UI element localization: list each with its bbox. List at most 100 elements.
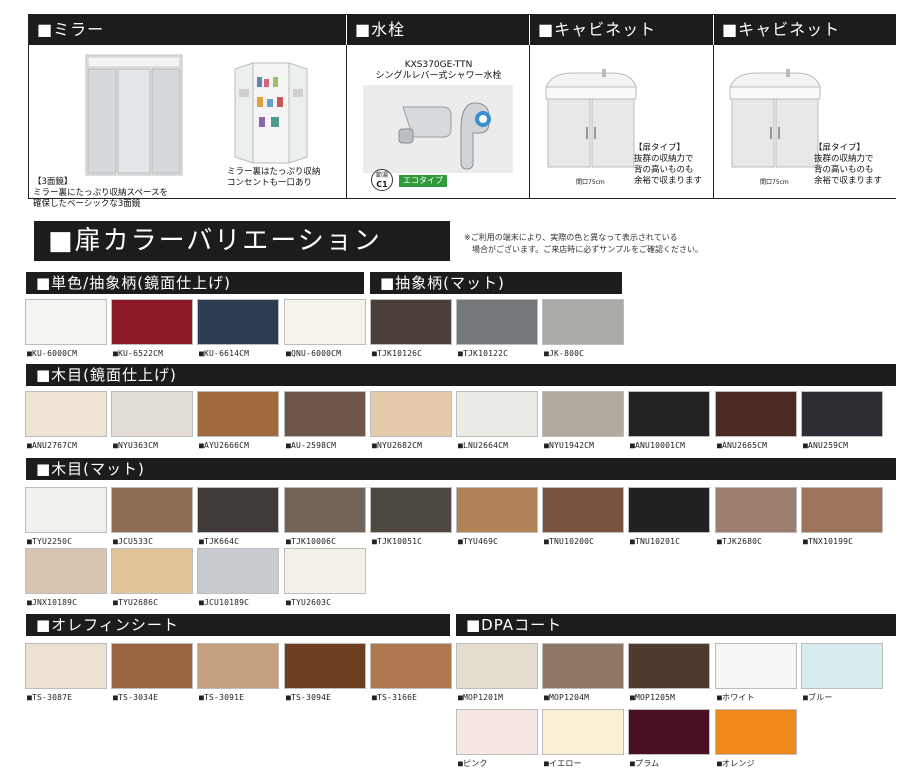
color-swatch — [284, 299, 366, 345]
mirror-header: ■ミラー — [29, 15, 346, 45]
color-swatch-label: ■TNU10201C — [630, 537, 681, 546]
color-swatch — [456, 643, 538, 689]
color-swatch — [111, 643, 193, 689]
faucet-header: ■水栓 — [347, 15, 529, 45]
color-swatch-label: ■TJK10126C — [372, 349, 423, 358]
color-swatch-label: ■LNU2664CM — [458, 441, 509, 450]
color-swatch-label: ■TJK10051C — [372, 537, 423, 546]
color-swatch — [801, 391, 883, 437]
cabinet-header-2: ■キャビネット — [714, 15, 896, 45]
color-swatch — [197, 299, 279, 345]
color-swatch-label: ■KU-6614CM — [199, 349, 250, 358]
open-mirror-caption-2: コンセントも一口あり — [227, 178, 313, 188]
color-swatch — [456, 299, 538, 345]
open-mirror-image — [234, 62, 308, 164]
color-swatch — [111, 299, 193, 345]
color-swatch — [111, 391, 193, 437]
color-swatch-label: ■JNX10189C — [27, 598, 78, 607]
color-swatch — [370, 643, 452, 689]
color-swatch — [25, 643, 107, 689]
color-swatch — [25, 548, 107, 594]
color-swatch-label: ■NYU1942CM — [544, 441, 595, 450]
color-swatch — [456, 709, 538, 755]
cabinet1-caption-1: 【扉タイプ】 — [634, 143, 686, 153]
cabinet2-caption-1: 【扉タイプ】 — [814, 143, 866, 153]
color-swatch-label: ■ANU2665CM — [717, 441, 768, 450]
color-swatch-label: ■TJK10122C — [458, 349, 509, 358]
cabinet-header-1: ■キャビネット — [530, 15, 713, 45]
color-swatch — [284, 643, 366, 689]
disclaimer-line-1: ※ご利用の端末により、実際の色と異なって表示されている — [464, 233, 678, 242]
cabinet-image-1 — [545, 69, 637, 168]
cabinet2-caption-4: 余裕で収まります — [814, 176, 883, 186]
open-mirror-caption-1: ミラー裏はたっぷり収納 — [227, 167, 321, 177]
color-swatch — [111, 487, 193, 533]
color-swatch — [456, 391, 538, 437]
color-swatch-label: ■TJK664C — [199, 537, 240, 546]
color-swatch — [715, 391, 797, 437]
color-swatch-label: ■TS-3087E — [27, 693, 73, 702]
section-abstract-matte: ■抽象柄(マット) — [370, 272, 622, 294]
color-swatch-label: ■ブルー — [803, 693, 833, 702]
cabinet1-caption-4: 余裕で収まります — [634, 176, 703, 186]
mirror-caption-2: ミラー裏にたっぷり収納スペースを — [33, 188, 168, 198]
cabinet-panel-2: 間口75cm 【扉タイプ】 抜群の収納力で 背の高いものも 余裕で収まります — [714, 45, 896, 198]
color-swatch-label: ■JK-800C — [544, 349, 585, 358]
cabinet-size-1: 間口75cm — [576, 179, 605, 186]
water-saving-badge: 節湯 C1 — [371, 169, 393, 191]
color-swatch-label: ■MOP1204M — [544, 693, 590, 702]
color-swatch-label: ■ANU2767CM — [27, 441, 78, 450]
color-swatch — [197, 548, 279, 594]
color-swatch-label: ■プラム — [630, 759, 660, 768]
color-swatch-label: ■オレンジ — [717, 759, 755, 768]
color-swatch-label: ■QNU-6000CM — [286, 349, 342, 358]
badge-text-1: 節湯 — [375, 172, 388, 179]
color-swatch-label: ■ピンク — [458, 759, 488, 768]
cabinet2-caption-3: 背の高いものも — [814, 165, 874, 175]
color-swatch — [25, 391, 107, 437]
faucet-model: KXS370GE-TTN — [404, 60, 473, 70]
faucet-desc: シングルレバー式シャワー水栓 — [375, 71, 502, 81]
mirror-caption-1: 【3面鏡】 — [33, 177, 73, 187]
color-swatch-label: ■ANU10001CM — [630, 441, 686, 450]
color-swatch-label: ■JCU533C — [113, 537, 154, 546]
color-swatch-label: ■AYU2666CM — [199, 441, 250, 450]
color-swatch-label: ■TJK10006C — [286, 537, 337, 546]
mirror-caption-3-visible: 確保したベーシックな3面鏡 — [33, 199, 141, 209]
color-swatch-label: ■KU-6522CM — [113, 349, 164, 358]
badge-text-2: C1 — [376, 180, 388, 189]
color-swatch-label: ■TYU2686C — [113, 598, 159, 607]
door-color-title: ■扉カラーバリエーション — [34, 221, 450, 261]
section-wood-gloss: ■木目(鏡面仕上げ) — [26, 364, 896, 386]
color-swatch-label: ■TNU10200C — [544, 537, 595, 546]
color-swatch — [370, 391, 452, 437]
color-swatch-label: ■イエロー — [544, 759, 582, 768]
faucet-image — [363, 85, 513, 173]
color-swatch-label: ■TJK2680C — [717, 537, 763, 546]
color-swatch-label: ■TS-3034E — [113, 693, 159, 702]
color-swatch — [111, 548, 193, 594]
color-swatch-label: ■TYU2603C — [286, 598, 332, 607]
color-swatch — [25, 299, 107, 345]
section-wood-matte: ■木目(マット) — [26, 458, 896, 480]
color-disclaimer: ※ご利用の端末により、実際の色と異なって表示されている 場合がございます。ご来店… — [464, 232, 703, 256]
cabinet-panel-1: 間口75cm 【扉タイプ】 抜群の収納力で 背の高いものも 余裕で収まります — [530, 45, 714, 198]
color-swatch — [284, 548, 366, 594]
color-swatch-label: ■ANU259CM — [803, 441, 849, 450]
color-swatch-label: ■TS-3091E — [199, 693, 245, 702]
color-swatch — [456, 487, 538, 533]
color-swatch — [628, 487, 710, 533]
color-swatch — [25, 487, 107, 533]
color-swatch-label: ■NYU2682CM — [372, 441, 423, 450]
cabinet-image-2 — [729, 69, 821, 168]
color-swatch — [542, 391, 624, 437]
color-swatch — [715, 643, 797, 689]
section-dpa: ■DPAコート — [456, 614, 896, 636]
color-swatch — [715, 487, 797, 533]
color-swatch — [715, 709, 797, 755]
color-swatch-label: ■TYU469C — [458, 537, 499, 546]
color-swatch-label: ■MOP1205M — [630, 693, 676, 702]
cabinet2-caption-2: 抜群の収納力で — [814, 154, 874, 164]
section-solid: ■単色/抽象柄(鏡面仕上げ) — [26, 272, 364, 294]
color-swatch — [801, 487, 883, 533]
